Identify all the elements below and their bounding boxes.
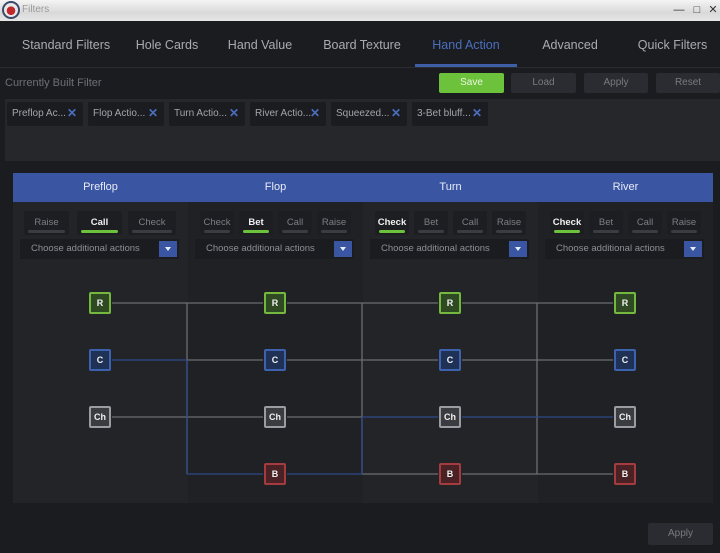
tab-hand-value[interactable]: Hand Value	[205, 21, 315, 68]
filter-chip[interactable]: River Actio... ✕	[250, 102, 326, 126]
tree-node-call[interactable]: C	[89, 349, 111, 371]
tree-node-call[interactable]: C	[614, 349, 636, 371]
title-bar: Filters — □ ✕	[0, 0, 720, 21]
tab-hand-action[interactable]: Hand Action	[415, 21, 517, 68]
active-tab-indicator	[415, 64, 517, 67]
minimize-icon[interactable]: —	[672, 3, 686, 17]
save-button[interactable]: Save	[439, 73, 504, 93]
remove-chip-icon[interactable]: ✕	[67, 106, 77, 120]
chip-label: Turn Actio...	[174, 108, 227, 119]
remove-chip-icon[interactable]: ✕	[472, 106, 482, 120]
tab-board-texture[interactable]: Board Texture	[307, 21, 417, 68]
maximize-icon[interactable]: □	[690, 3, 704, 17]
filter-chip[interactable]: Flop Actio... ✕	[88, 102, 164, 126]
tab-bar: Standard Filters Hole Cards Hand Value B…	[0, 21, 720, 68]
tree-node-bet[interactable]: B	[614, 463, 636, 485]
tree-node-bet[interactable]: B	[439, 463, 461, 485]
tree-node-raise[interactable]: R	[614, 292, 636, 314]
remove-chip-icon[interactable]: ✕	[391, 106, 401, 120]
tree-node-check[interactable]: Ch	[89, 406, 111, 428]
reset-button[interactable]: Reset	[656, 73, 720, 93]
filter-chip[interactable]: Preflop Ac... ✕	[7, 102, 83, 126]
hand-action-panel: Preflop Flop Turn River Raise Call Check…	[13, 173, 713, 503]
tab-quick-filters[interactable]: Quick Filters	[625, 21, 720, 68]
tree-node-bet[interactable]: B	[264, 463, 286, 485]
tree-node-check[interactable]: Ch	[614, 406, 636, 428]
tree-node-raise[interactable]: R	[89, 292, 111, 314]
tree-node-call[interactable]: C	[264, 349, 286, 371]
close-icon[interactable]: ✕	[706, 3, 720, 17]
action-tree-connectors	[112, 302, 613, 475]
tree-node-check[interactable]: Ch	[439, 406, 461, 428]
filter-chip[interactable]: 3-Bet bluff... ✕	[412, 102, 488, 126]
chip-label: Preflop Ac...	[12, 108, 66, 119]
tree-node-raise[interactable]: R	[264, 292, 286, 314]
tree-node-raise[interactable]: R	[439, 292, 461, 314]
chip-label: 3-Bet bluff...	[417, 108, 471, 119]
load-button[interactable]: Load	[511, 73, 576, 93]
filter-chips-area: Preflop Ac... ✕ Flop Actio... ✕ Turn Actio…	[5, 99, 720, 161]
tree-node-call[interactable]: C	[439, 349, 461, 371]
remove-chip-icon[interactable]: ✕	[148, 106, 158, 120]
tab-advanced[interactable]: Advanced	[515, 21, 625, 68]
tree-node-check[interactable]: Ch	[264, 406, 286, 428]
remove-chip-icon[interactable]: ✕	[229, 106, 239, 120]
apply-button[interactable]: Apply	[648, 523, 713, 545]
apply-top-button[interactable]: Apply	[584, 73, 648, 93]
filter-chip[interactable]: Squeezed... ✕	[331, 102, 407, 126]
chip-label: River Actio...	[255, 108, 312, 119]
window-title: Filters	[22, 4, 50, 15]
remove-chip-icon[interactable]: ✕	[310, 106, 320, 120]
currently-built-filter-label: Currently Built Filter	[5, 77, 102, 89]
chip-label: Flop Actio...	[93, 108, 146, 119]
filter-chip[interactable]: Turn Actio... ✕	[169, 102, 245, 126]
app-logo-icon	[2, 1, 20, 19]
chip-label: Squeezed...	[336, 108, 390, 119]
